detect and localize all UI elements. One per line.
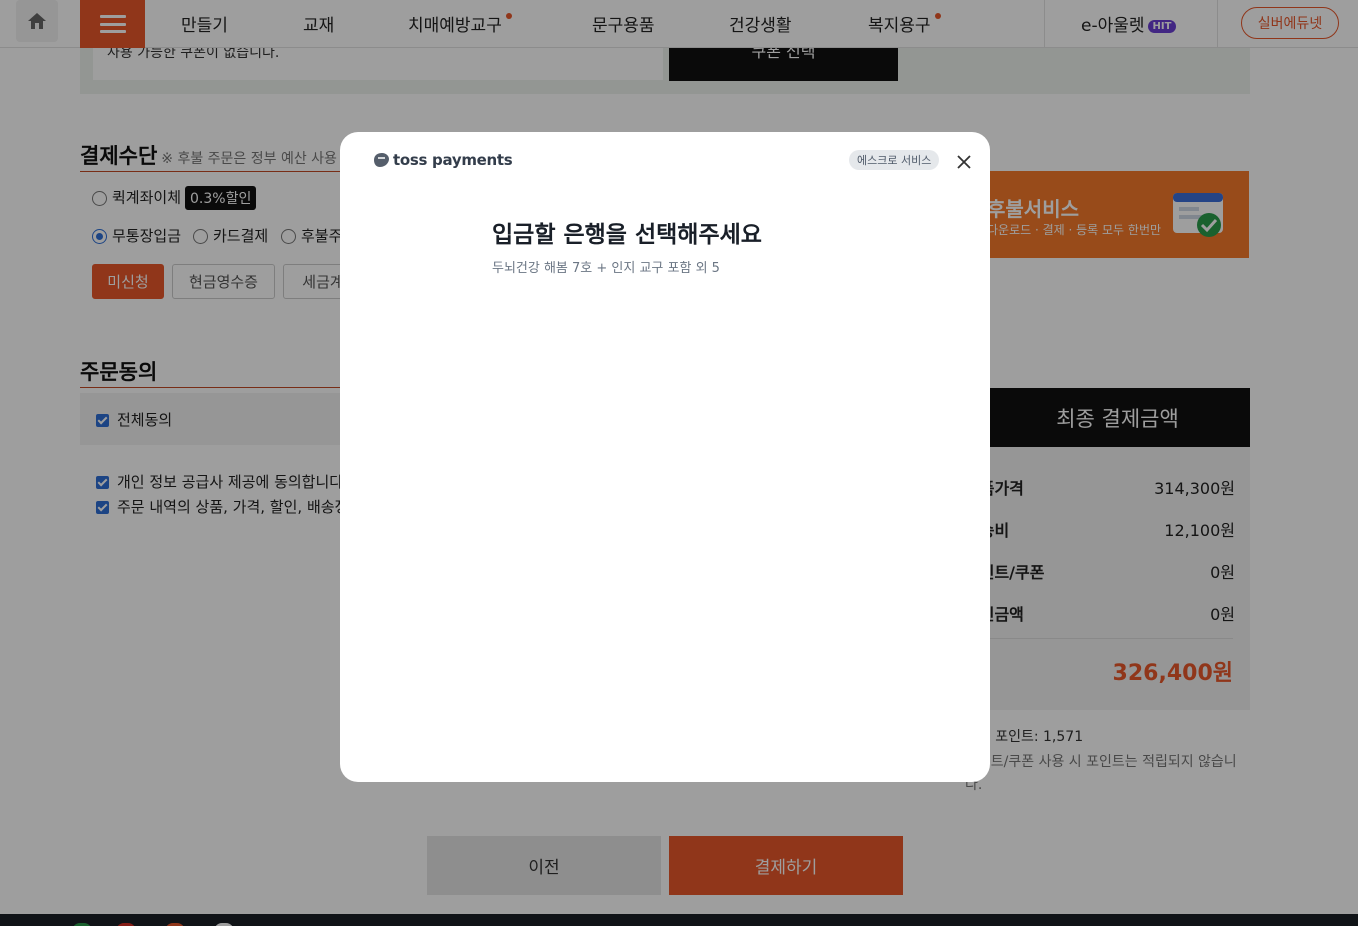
toss-payments-logo: toss payments xyxy=(372,151,513,169)
close-modal-button[interactable] xyxy=(952,150,976,174)
toss-payment-modal: toss payments 에스크로 서비스 입금할 은행을 선택해주세요 두뇌… xyxy=(340,132,990,782)
modal-title: 입금할 은행을 선택해주세요 xyxy=(492,222,762,248)
toss-logo-icon xyxy=(374,153,389,167)
modal-subtitle: 두뇌건강 해봄 7호 + 인지 교구 포함 외 5 xyxy=(492,261,720,276)
escrow-service-badge[interactable]: 에스크로 서비스 xyxy=(849,150,940,170)
close-icon xyxy=(957,155,971,169)
